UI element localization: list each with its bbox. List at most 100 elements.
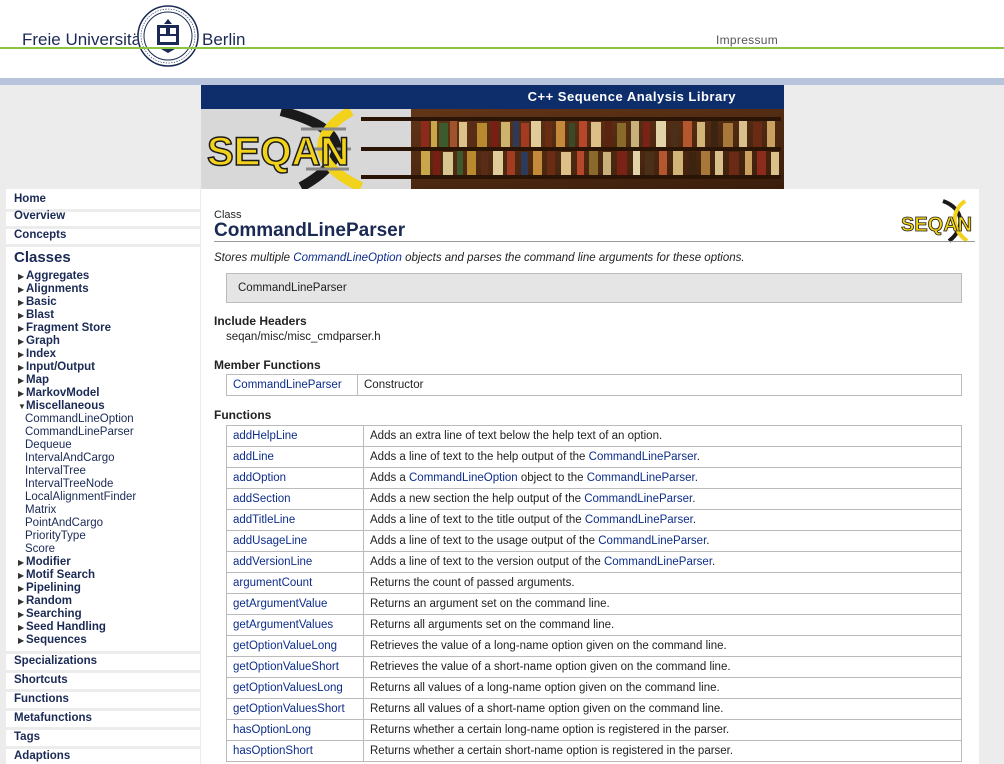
sidebar-category-random[interactable]: ▶ Random	[18, 595, 72, 607]
signature-box: CommandLineParser	[226, 273, 962, 303]
expand-triangle-icon: ▶	[18, 337, 25, 346]
sidebar-category-graph[interactable]: ▶ Graph	[18, 335, 60, 347]
sidebar-subitem[interactable]: Matrix	[25, 504, 56, 516]
function-link[interactable]: hasOptionLong	[233, 724, 311, 736]
function-link[interactable]: getOptionValueShort	[233, 661, 339, 673]
library-banner-image: SEQAN	[201, 109, 784, 189]
table-row: hasOptionLong Returns whether a certain l…	[226, 719, 962, 741]
sidebar-item-shortcuts[interactable]: Shortcuts	[14, 674, 68, 686]
table-row: getArgumentValues Returns all arguments s…	[226, 614, 962, 636]
sidebar-item-specializations[interactable]: Specializations	[14, 655, 97, 667]
sidebar-subitem[interactable]: Dequeue	[25, 439, 72, 451]
collapse-triangle-icon: ▼	[18, 402, 26, 411]
function-link[interactable]: addUsageLine	[233, 535, 307, 547]
sidebar-subitem[interactable]: IntervalAndCargo	[25, 452, 115, 464]
function-link[interactable]: argumentCount	[233, 577, 312, 589]
expand-triangle-icon: ▶	[18, 285, 25, 294]
sidebar-classes-header[interactable]: Classes	[14, 249, 71, 266]
sidebar-category-aggregates[interactable]: ▶ Aggregates	[18, 270, 89, 282]
seqan-banner: C++ Sequence Analysis Library SEQAN	[201, 85, 784, 189]
sidebar-category-motif-search[interactable]: ▶ Motif Search	[18, 569, 95, 581]
function-link[interactable]: addOption	[233, 472, 286, 484]
function-link[interactable]: addVersionLine	[233, 556, 312, 568]
sidebar-subitem[interactable]: CommandLineParser	[25, 426, 134, 438]
function-link[interactable]: getOptionValuesShort	[233, 703, 345, 715]
expand-triangle-icon: ▶	[18, 571, 25, 580]
type-link[interactable]: CommandLineOption	[409, 472, 518, 484]
member-function-link[interactable]: CommandLineParser	[233, 379, 342, 391]
sidebar-item-tags[interactable]: Tags	[14, 731, 40, 743]
expand-triangle-icon: ▶	[18, 272, 25, 281]
sidebar-subitem[interactable]: CommandLineOption	[25, 413, 134, 425]
sidebar-category-fragment-store[interactable]: ▶ Fragment Store	[18, 322, 111, 334]
expand-triangle-icon: ▶	[18, 363, 25, 372]
function-desc-cell: Returns the count of passed arguments.	[363, 572, 962, 594]
type-link[interactable]: CommandLineParser	[604, 556, 712, 568]
sidebar-category-pipelining[interactable]: ▶ Pipelining	[18, 582, 81, 594]
function-name-cell: addUsageLine	[226, 530, 364, 552]
function-link[interactable]: getOptionValuesLong	[233, 682, 343, 694]
sidebar-category-modifier[interactable]: ▶ Modifier	[18, 556, 71, 568]
sidebar-item-concepts[interactable]: Concepts	[14, 229, 66, 241]
expand-triangle-icon: ▶	[18, 311, 25, 320]
type-link[interactable]: CommandLineParser	[584, 493, 692, 505]
type-link[interactable]: CommandLineParser	[587, 472, 695, 484]
expand-triangle-icon: ▶	[18, 350, 25, 359]
sidebar-category-sequences[interactable]: ▶ Sequences	[18, 634, 87, 646]
sidebar-item-metafunctions[interactable]: Metafunctions	[14, 712, 92, 724]
sidebar-item-overview[interactable]: Overview	[14, 210, 65, 222]
type-link[interactable]: CommandLineParser	[598, 535, 706, 547]
seqan-logo-icon: SEQAN	[901, 199, 973, 243]
type-link[interactable]: CommandLineParser	[589, 451, 697, 463]
sidebar-category-blast[interactable]: ▶ Blast	[18, 309, 54, 321]
function-link[interactable]: getOptionValueLong	[233, 640, 337, 652]
function-desc-cell: Returns whether a certain long-name opti…	[363, 719, 962, 741]
sidebar-category-searching[interactable]: ▶ Searching	[18, 608, 82, 620]
sidebar-subitem[interactable]: PointAndCargo	[25, 517, 103, 529]
green-rule	[0, 47, 1004, 49]
function-name-cell: getOptionValueLong	[226, 635, 364, 657]
function-name-cell: getOptionValuesShort	[226, 698, 364, 720]
function-name-cell: hasOptionShort	[226, 740, 364, 762]
sidebar-subitem[interactable]: LocalAlignmentFinder	[25, 491, 136, 503]
university-seal-icon	[137, 5, 199, 67]
sidebar-item-functions[interactable]: Functions	[14, 693, 69, 705]
sidebar-item-adaptions[interactable]: Adaptions	[14, 750, 70, 762]
sidebar-category-alignments[interactable]: ▶ Alignments	[18, 283, 89, 295]
sidebar-subitem[interactable]: IntervalTreeNode	[25, 478, 113, 490]
sidebar-category-index[interactable]: ▶ Index	[18, 348, 56, 360]
function-link[interactable]: addLine	[233, 451, 274, 463]
sidebar-category-markovmodel[interactable]: ▶ MarkovModel	[18, 387, 100, 399]
table-row: getOptionValuesShort Returns all values o…	[226, 698, 962, 720]
function-link[interactable]: addHelpLine	[233, 430, 298, 442]
sidebar-item-home[interactable]: Home	[14, 193, 46, 205]
function-link[interactable]: hasOptionShort	[233, 745, 313, 757]
sidebar-category-miscellaneous[interactable]: ▼Miscellaneous	[18, 400, 105, 412]
function-link[interactable]: getArgumentValues	[233, 619, 333, 631]
function-name-cell: CommandLineParser	[226, 374, 358, 396]
function-name-cell: getArgumentValues	[226, 614, 364, 636]
type-link[interactable]: CommandLineParser	[585, 514, 693, 526]
function-link[interactable]: getArgumentValue	[233, 598, 327, 610]
function-name-cell: argumentCount	[226, 572, 364, 594]
function-link[interactable]: addSection	[233, 493, 291, 505]
function-desc-cell: Adds a line of text to the help output o…	[363, 446, 962, 468]
sidebar-category-seed-handling[interactable]: ▶ Seed Handling	[18, 621, 106, 633]
table-row: addTitleLine Adds a line of text to the t…	[226, 509, 962, 531]
sidebar-subitem[interactable]: IntervalTree	[25, 465, 86, 477]
functions-heading: Functions	[214, 408, 272, 422]
sidebar-category-input-output[interactable]: ▶ Input/Output	[18, 361, 95, 373]
sidebar-subitem[interactable]: PriorityType	[25, 530, 86, 542]
description-link[interactable]: CommandLineOption	[293, 252, 402, 264]
sidebar-category-basic[interactable]: ▶ Basic	[18, 296, 57, 308]
expand-triangle-icon: ▶	[18, 376, 25, 385]
function-name-cell: getOptionValueShort	[226, 656, 364, 678]
sidebar-subitem[interactable]: Score	[25, 543, 55, 555]
table-row: addHelpLine Adds an extra line of text be…	[226, 425, 962, 447]
table-row: getOptionValuesLong Returns all values of…	[226, 677, 962, 699]
sidebar-category-map[interactable]: ▶ Map	[18, 374, 49, 386]
function-link[interactable]: addTitleLine	[233, 514, 295, 526]
impressum-link[interactable]: Impressum	[716, 33, 778, 47]
function-name-cell: addVersionLine	[226, 551, 364, 573]
table-row: addSection Adds a new section the help ou…	[226, 488, 962, 510]
